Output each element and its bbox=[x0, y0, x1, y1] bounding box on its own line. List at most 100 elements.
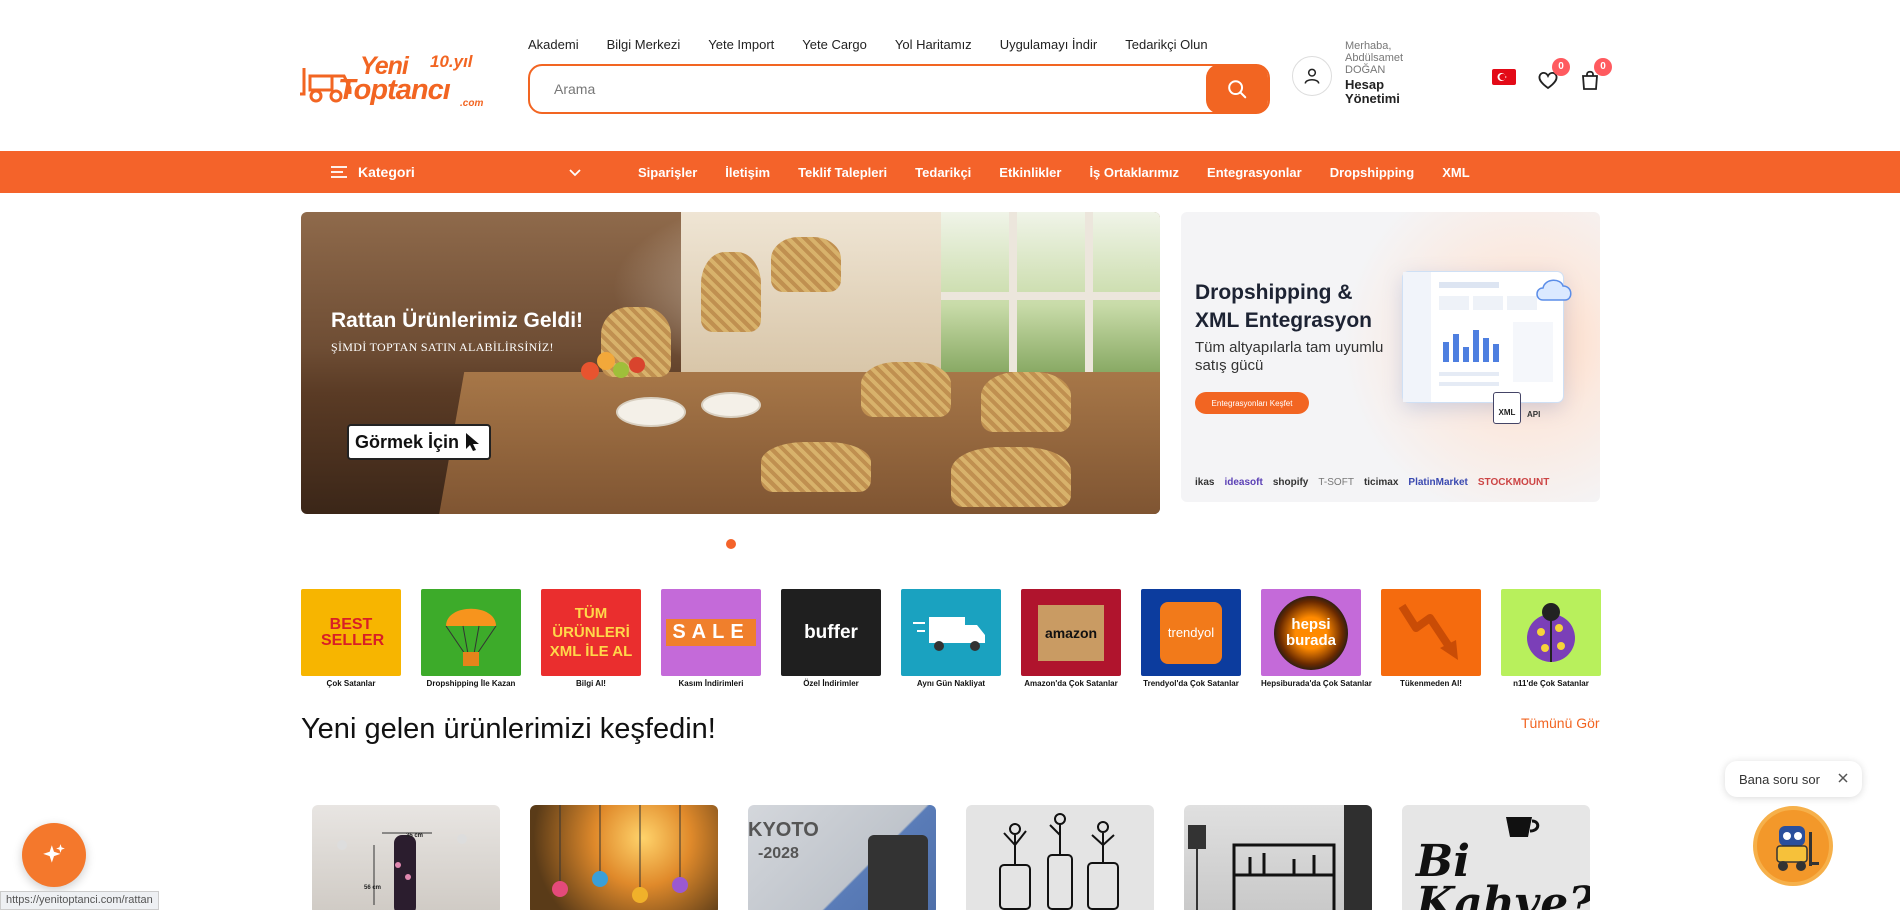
category-kasim-indirimleri[interactable]: SALE Kasım İndirimleri bbox=[661, 589, 761, 688]
top-nav-yol-haritamiz[interactable]: Yol Haritamız bbox=[895, 37, 972, 52]
search-button[interactable] bbox=[1206, 64, 1268, 114]
category-label: Hepsiburada'da Çok Satanlar bbox=[1261, 679, 1372, 688]
category-label: Kasım İndirimleri bbox=[678, 679, 744, 688]
category-tukenmeden-al[interactable]: Tükenmeden Al! bbox=[1381, 589, 1481, 688]
product-card-satellite-receiver[interactable]: KYOTO -2028 bbox=[748, 805, 936, 910]
product-card-bi-kahve-art[interactable]: Bi Kahve? bbox=[1402, 805, 1590, 910]
ai-assistant-button[interactable] bbox=[22, 823, 86, 887]
chat-prompt-bubble[interactable]: Bana soru sor bbox=[1725, 761, 1862, 797]
product-card-flower-jar-art[interactable] bbox=[966, 805, 1154, 910]
nav-xml[interactable]: XML bbox=[1442, 165, 1469, 180]
nav-tedarikci[interactable]: Tedarikçi bbox=[915, 165, 971, 180]
top-nav-yete-import[interactable]: Yete Import bbox=[708, 37, 774, 52]
menu-icon bbox=[331, 166, 347, 178]
category-tile bbox=[421, 589, 521, 676]
favorites-count-badge: 0 bbox=[1552, 58, 1570, 76]
see-all-link[interactable]: Tümünü Gör bbox=[1521, 715, 1600, 731]
nav-iletisim[interactable]: İletişim bbox=[725, 165, 770, 180]
category-tile-text: trendyol bbox=[1167, 625, 1215, 640]
category-label: Çok Satanlar bbox=[326, 679, 376, 688]
carousel-dot-active[interactable] bbox=[726, 539, 736, 549]
top-nav-akademi[interactable]: Akademi bbox=[528, 37, 579, 52]
category-ayni-gun-nakliyat[interactable]: Aynı Gün Nakliyat bbox=[901, 589, 1001, 688]
nav-teklif-talepleri[interactable]: Teklif Talepleri bbox=[798, 165, 887, 180]
category-tile bbox=[901, 589, 1001, 676]
category-tile-text: hepsi burada bbox=[1285, 615, 1336, 649]
receiver-device-icon bbox=[868, 835, 928, 910]
product-list: 35 cm 56 cm KYOTO -2028 Bi Kahve? bbox=[312, 805, 1620, 910]
cart-button[interactable]: 0 bbox=[1578, 58, 1612, 92]
favorites-button[interactable]: 0 bbox=[1536, 58, 1570, 92]
product-card-wind-chime[interactable] bbox=[530, 805, 718, 910]
category-tile bbox=[1381, 589, 1481, 676]
account-link-line1: Hesap bbox=[1345, 77, 1385, 92]
category-shortcuts: BEST SELLER Çok Satanlar Dropshipping İl… bbox=[301, 589, 1621, 688]
trendyol-logo-icon: trendyol bbox=[1160, 601, 1222, 664]
top-nav-tedarikci-olun[interactable]: Tedarikçi Olun bbox=[1125, 37, 1207, 52]
hero-fruit bbox=[629, 357, 645, 373]
nav-siparisler[interactable]: Siparişler bbox=[638, 165, 697, 180]
site-logo[interactable]: Yeni 10.yıl Toptancı .com bbox=[300, 48, 500, 110]
category-amazon[interactable]: amazon Amazon'da Çok Satanlar bbox=[1021, 589, 1121, 688]
category-cok-satanlar[interactable]: BEST SELLER Çok Satanlar bbox=[301, 589, 401, 688]
category-nav-bar: Kategori Siparişler İletişim Teklif Tale… bbox=[0, 151, 1900, 193]
category-dropshipping[interactable]: Dropshipping İle Kazan bbox=[421, 589, 521, 688]
partner-shopify: shopify bbox=[1272, 477, 1309, 488]
nav-etkinlikler[interactable]: Etkinlikler bbox=[999, 165, 1061, 180]
xml-file-label: XML bbox=[1498, 408, 1516, 417]
product-model-text: -2028 bbox=[758, 845, 799, 862]
category-label: n11'de Çok Satanlar bbox=[1513, 679, 1589, 688]
top-nav: Akademi Bilgi Merkezi Yete Import Yete C… bbox=[528, 37, 1236, 52]
nav-is-ortaklarimiz[interactable]: İş Ortaklarımız bbox=[1089, 165, 1179, 180]
turkey-flag-icon[interactable] bbox=[1492, 69, 1516, 85]
trend-down-arrow-icon bbox=[1398, 603, 1458, 660]
category-tile bbox=[1501, 589, 1601, 676]
hero-banner[interactable]: Rattan Ürünlerimiz Geldi! ŞİMDİ TOPTAN S… bbox=[301, 212, 1160, 514]
close-icon[interactable] bbox=[1836, 771, 1850, 785]
category-n11[interactable]: n11'de Çok Satanlar bbox=[1501, 589, 1601, 688]
logo-domain: .com bbox=[460, 98, 484, 109]
side-banner-title: Dropshipping & XML Entegrasyon bbox=[1195, 281, 1372, 332]
new-products-title: Yeni gelen ürünlerimizi keşfedin! bbox=[301, 713, 716, 745]
category-hepsiburada[interactable]: hepsi burada Hepsiburada'da Çok Satanlar bbox=[1261, 589, 1372, 688]
account-greeting: Merhaba, bbox=[1345, 40, 1392, 52]
category-label: Özel İndirimler bbox=[803, 679, 859, 688]
amazon-box-icon: amazon bbox=[1038, 604, 1104, 661]
category-label: Amazon'da Çok Satanlar bbox=[1024, 679, 1118, 688]
product-art-text: Bi Kahve? bbox=[1416, 836, 1590, 910]
category-tile-text: TÜM ÜRÜNLERİ XML İLE AL bbox=[549, 605, 633, 660]
hero-subtitle: ŞİMDİ TOPTAN SATIN ALABİLİRSİNİZ! bbox=[331, 340, 554, 354]
account-button[interactable] bbox=[1292, 56, 1332, 96]
account-management-link[interactable]: Hesap Yönetimi bbox=[1345, 78, 1425, 106]
top-nav-uygulamayi-indir[interactable]: Uygulamayı İndir bbox=[1000, 37, 1098, 52]
account-menu[interactable]: Merhaba, Abdülsamet DOĞAN Hesap Yönetimi bbox=[1345, 40, 1425, 106]
product-card-guitar-wall-decor[interactable]: 35 cm 56 cm bbox=[312, 805, 500, 910]
integrations-button[interactable]: Entegrasyonları Keşfet bbox=[1195, 392, 1309, 414]
category-tile: hepsi burada bbox=[1261, 589, 1361, 676]
product-brand-text: KYOTO bbox=[748, 819, 819, 841]
logo-years: 10.yıl bbox=[430, 52, 473, 71]
top-nav-yete-cargo[interactable]: Yete Cargo bbox=[802, 37, 867, 52]
nav-dropshipping[interactable]: Dropshipping bbox=[1330, 165, 1415, 180]
category-label: Trendyol'da Çok Satanlar bbox=[1143, 679, 1239, 688]
category-trendyol[interactable]: trendyol Trendyol'da Çok Satanlar bbox=[1141, 589, 1241, 688]
product-card-plant-shelf-art[interactable] bbox=[1184, 805, 1372, 910]
category-dropdown[interactable]: Kategori bbox=[330, 151, 583, 193]
category-tile: TÜM ÜRÜNLERİ XML İLE AL bbox=[541, 589, 641, 676]
hero-plate bbox=[616, 397, 686, 427]
top-nav-bilgi-merkezi[interactable]: Bilgi Merkezi bbox=[607, 37, 681, 52]
hero-basket bbox=[861, 362, 951, 417]
category-tile-text: SALE bbox=[666, 619, 756, 646]
sparkle-icon bbox=[43, 844, 65, 863]
hero-cta-button[interactable]: Görmek İçin bbox=[347, 424, 491, 460]
hero-fruit bbox=[613, 362, 629, 378]
product-dimension-height: 56 cm bbox=[364, 885, 382, 891]
partner-logos: ikas ideasoft shopify T-SOFT ticimax Pla… bbox=[1195, 477, 1549, 488]
chatbot-avatar-button[interactable] bbox=[1753, 806, 1833, 886]
category-ozel-indirimler[interactable]: buffer Özel İndirimler bbox=[781, 589, 881, 688]
search-input[interactable] bbox=[554, 78, 1194, 100]
dropshipping-banner[interactable]: Dropshipping & XML Entegrasyon Tüm altya… bbox=[1181, 212, 1600, 502]
nav-entegrasyonlar[interactable]: Entegrasyonlar bbox=[1207, 165, 1302, 180]
hero-basket bbox=[951, 447, 1071, 507]
category-bilgi-al[interactable]: TÜM ÜRÜNLERİ XML İLE AL Bilgi Al! bbox=[541, 589, 641, 688]
